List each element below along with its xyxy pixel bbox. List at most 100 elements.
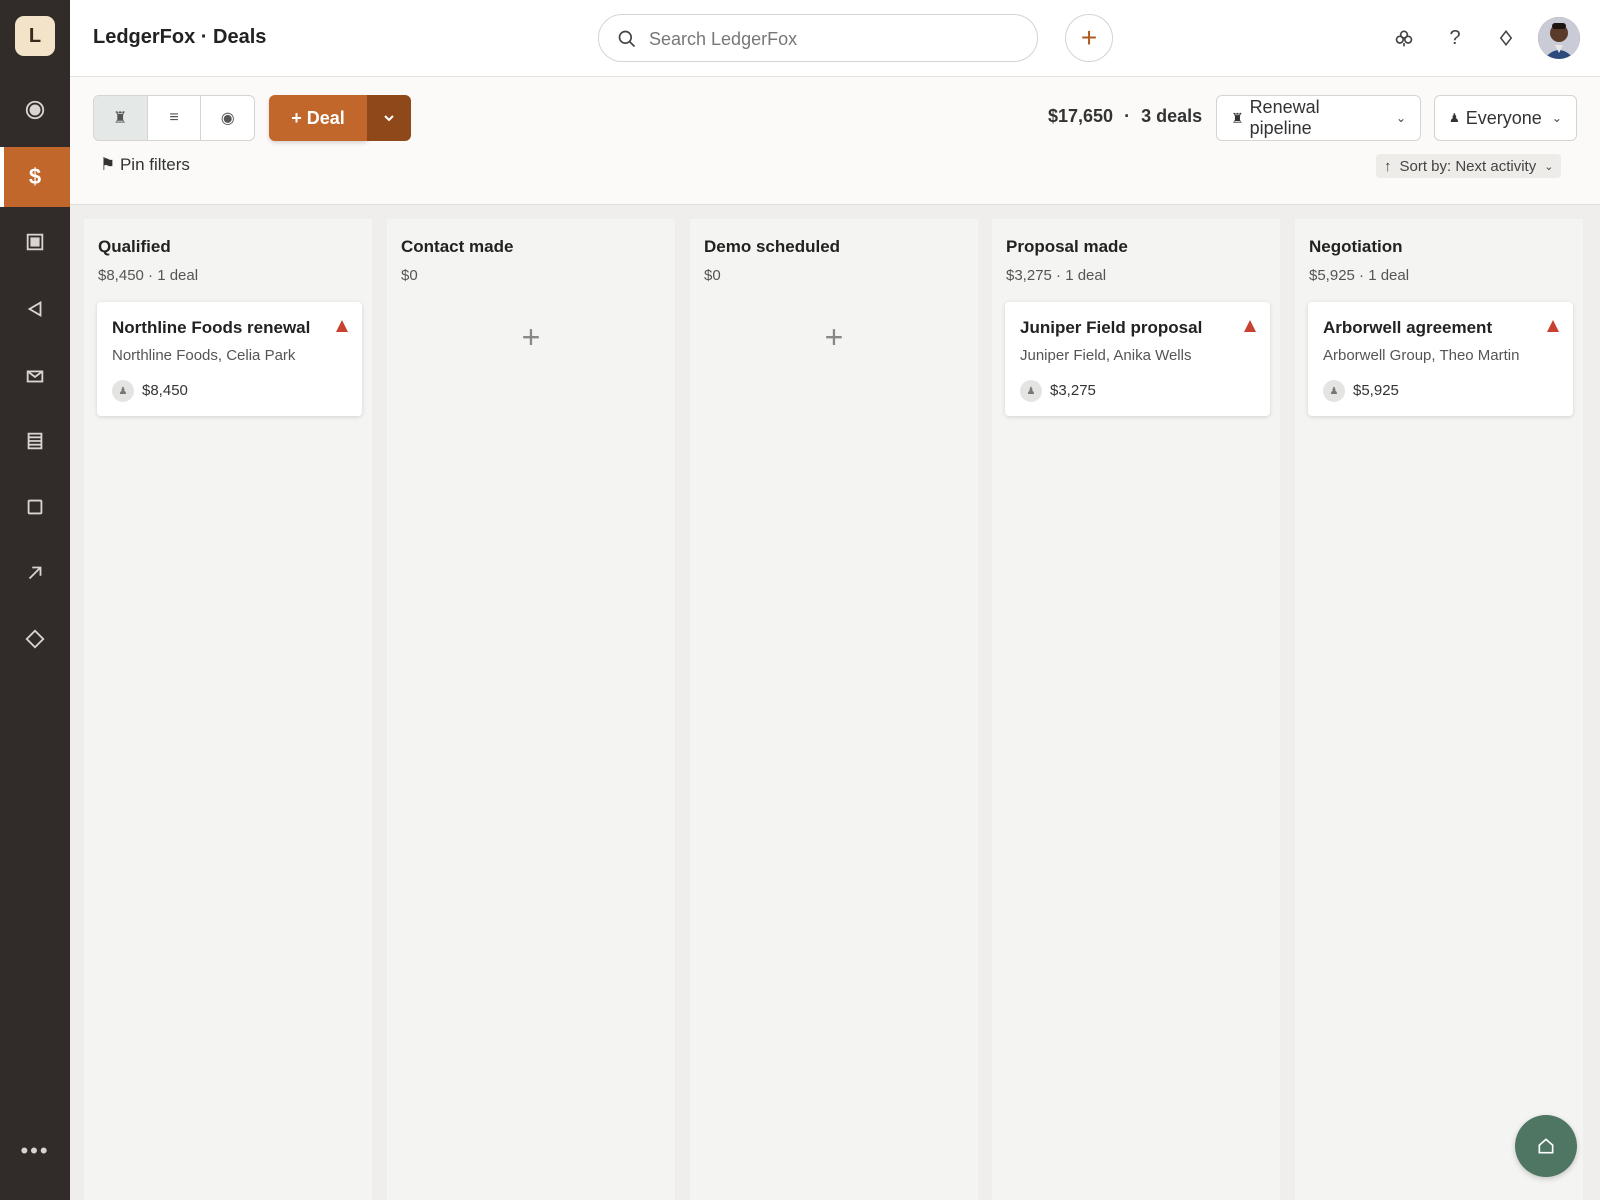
chevron-down-icon: ⌄ (1551, 111, 1562, 125)
stage-summary: $3,275 · 1 deal (1006, 267, 1107, 284)
pipeline-select-value: Renewal pipeline (1249, 97, 1320, 138)
list-view-button[interactable]: ≡ (148, 96, 202, 140)
pipeline-icon: ♜ (1231, 109, 1244, 126)
deal-value: $5,925 (1353, 382, 1399, 399)
stage-column-proposal-made: Proposal made $3,275 · 1 deal Juniper Fi… (992, 219, 1280, 1200)
stage-summary: $8,450 · 1 deal (98, 267, 199, 284)
chevron-down-icon: ⌄ (1395, 111, 1406, 125)
deal-card[interactable]: Northline Foods renewal Northline Foods,… (97, 302, 362, 416)
list-view-icon: ≡ (169, 109, 179, 126)
home-icon (1538, 1138, 1554, 1154)
stage-summary: $0 (704, 267, 721, 284)
owner-filter-select[interactable]: ♟ Everyone ⌄ (1434, 95, 1577, 141)
sidebar-item-activity[interactable] (0, 80, 70, 140)
sidebar-item-mail[interactable] (0, 346, 70, 406)
sidebar-item-products[interactable] (0, 609, 70, 669)
deal-organization: Arborwell Group, Theo Martin (1323, 347, 1520, 364)
deal-title: Arborwell agreement (1323, 318, 1493, 337)
inbox-icon (26, 233, 44, 251)
deal-value: $8,450 (142, 382, 188, 399)
diamond-icon (25, 629, 45, 649)
owner-avatar-icon: ♟ (1020, 380, 1042, 402)
sort-label: Sort by: Next activity (1399, 157, 1537, 175)
sidebar-item-deals[interactable]: $ (0, 147, 70, 207)
add-deal-button[interactable]: + Deal (269, 95, 367, 141)
stage-column-negotiation: Negotiation $5,925 · 1 deal Arborwell ag… (1295, 219, 1583, 1200)
sidebar-item-leads[interactable] (0, 212, 70, 272)
target-icon (25, 100, 45, 120)
deal-title: Juniper Field proposal (1020, 318, 1203, 337)
extensions-button[interactable] (1390, 24, 1418, 52)
stage-summary: $0 (401, 267, 418, 284)
owner-avatar-icon: ♟ (112, 380, 134, 402)
pipeline-select[interactable]: ♜ Renewal pipeline ⌄ (1216, 95, 1421, 141)
stage-title: Demo scheduled (704, 237, 841, 256)
app-logo[interactable]: L (15, 16, 55, 56)
sidebar-item-reports[interactable] (0, 411, 70, 471)
sidebar-item-projects[interactable] (0, 477, 70, 537)
person-icon: ♟ (1449, 111, 1460, 125)
deal-organization: Juniper Field, Anika Wells (1020, 347, 1192, 364)
mail-icon (26, 370, 44, 383)
floating-help-button[interactable] (1515, 1115, 1577, 1177)
warning-icon (1547, 320, 1559, 332)
page-title: LedgerFox · Deals (93, 26, 267, 48)
arrow-up-right-icon (28, 566, 42, 580)
deal-value: $3,275 (1050, 382, 1096, 399)
stage-column-qualified: Qualified $8,450 · 1 deal Northline Food… (84, 219, 372, 1200)
chevron-down-icon (384, 115, 394, 122)
help-icon: ? (1449, 26, 1461, 49)
warning-icon (336, 320, 348, 332)
owner-avatar-icon: ♟ (1323, 380, 1345, 402)
add-deal-menu-button[interactable] (367, 95, 411, 141)
summary-value: $17,650 (1048, 106, 1114, 126)
avatar-image (1538, 17, 1580, 59)
pipeline-view-icon: ♜ (113, 110, 128, 127)
more-menu-button[interactable]: ••• (0, 1136, 70, 1166)
stage-title: Negotiation (1309, 237, 1403, 256)
dollar-icon: $ (28, 164, 42, 189)
quick-add-button[interactable]: + (1065, 14, 1113, 62)
deals-board: Qualified $8,450 · 1 deal Northline Food… (70, 205, 1600, 1200)
summary-count: 3 deals (1141, 106, 1203, 126)
megaphone-icon (27, 300, 42, 318)
summary-separator: · (1124, 106, 1131, 126)
pin-filters-button[interactable]: ⚑ Pin filters (100, 155, 190, 175)
search-box[interactable] (598, 14, 1038, 62)
add-deal-to-stage-button[interactable]: + (690, 319, 978, 356)
upgrade-button[interactable] (1492, 24, 1520, 52)
extensions-icon (1395, 30, 1413, 47)
pipeline-view-button[interactable]: ♜ (94, 96, 148, 140)
sidebar-item-insights[interactable] (0, 543, 70, 603)
owner-filter-value: Everyone (1465, 107, 1542, 128)
deal-card[interactable]: Arborwell agreement Arborwell Group, The… (1308, 302, 1573, 416)
toolbar: ♜ ≡ ◉ + Deal ⚑ Pin filters $17,650 · 3 d… (70, 77, 1600, 205)
deal-card[interactable]: Juniper Field proposal Juniper Field, An… (1005, 302, 1270, 416)
forecast-view-button[interactable]: ◉ (201, 96, 254, 140)
list-icon (27, 432, 43, 450)
stage-title: Proposal made (1006, 237, 1128, 256)
sidebar-item-campaigns[interactable] (0, 279, 70, 339)
stage-summary: $5,925 · 1 deal (1309, 267, 1410, 284)
stage-column-demo-scheduled: Demo scheduled $0 + (690, 219, 978, 1200)
chevron-down-icon: ⌄ (1544, 160, 1554, 173)
sort-button[interactable]: ↑ Sort by: Next activity ⌄ (1376, 154, 1562, 178)
forecast-view-icon: ◉ (220, 110, 235, 127)
add-deal-to-stage-button[interactable]: + (387, 319, 675, 356)
stage-column-contact-made: Contact made $0 + (387, 219, 675, 1200)
help-button[interactable]: ? (1441, 24, 1469, 52)
sort-arrow-icon: ↑ (1384, 157, 1392, 175)
search-input[interactable] (649, 25, 1019, 53)
view-toggle: ♜ ≡ ◉ (93, 95, 255, 141)
top-bar: LedgerFox · Deals + ? (70, 0, 1600, 77)
stage-title: Qualified (98, 237, 171, 256)
upgrade-diamond-icon (1499, 30, 1513, 46)
pipeline-summary: $17,650 · 3 deals (1048, 106, 1202, 127)
square-icon (27, 499, 43, 515)
deal-organization: Northline Foods, Celia Park (112, 347, 296, 364)
search-icon (618, 30, 636, 48)
deal-title: Northline Foods renewal (112, 318, 311, 337)
stage-title: Contact made (401, 237, 514, 256)
sidebar: L $ ••• (0, 0, 70, 1200)
user-avatar[interactable] (1538, 17, 1580, 59)
